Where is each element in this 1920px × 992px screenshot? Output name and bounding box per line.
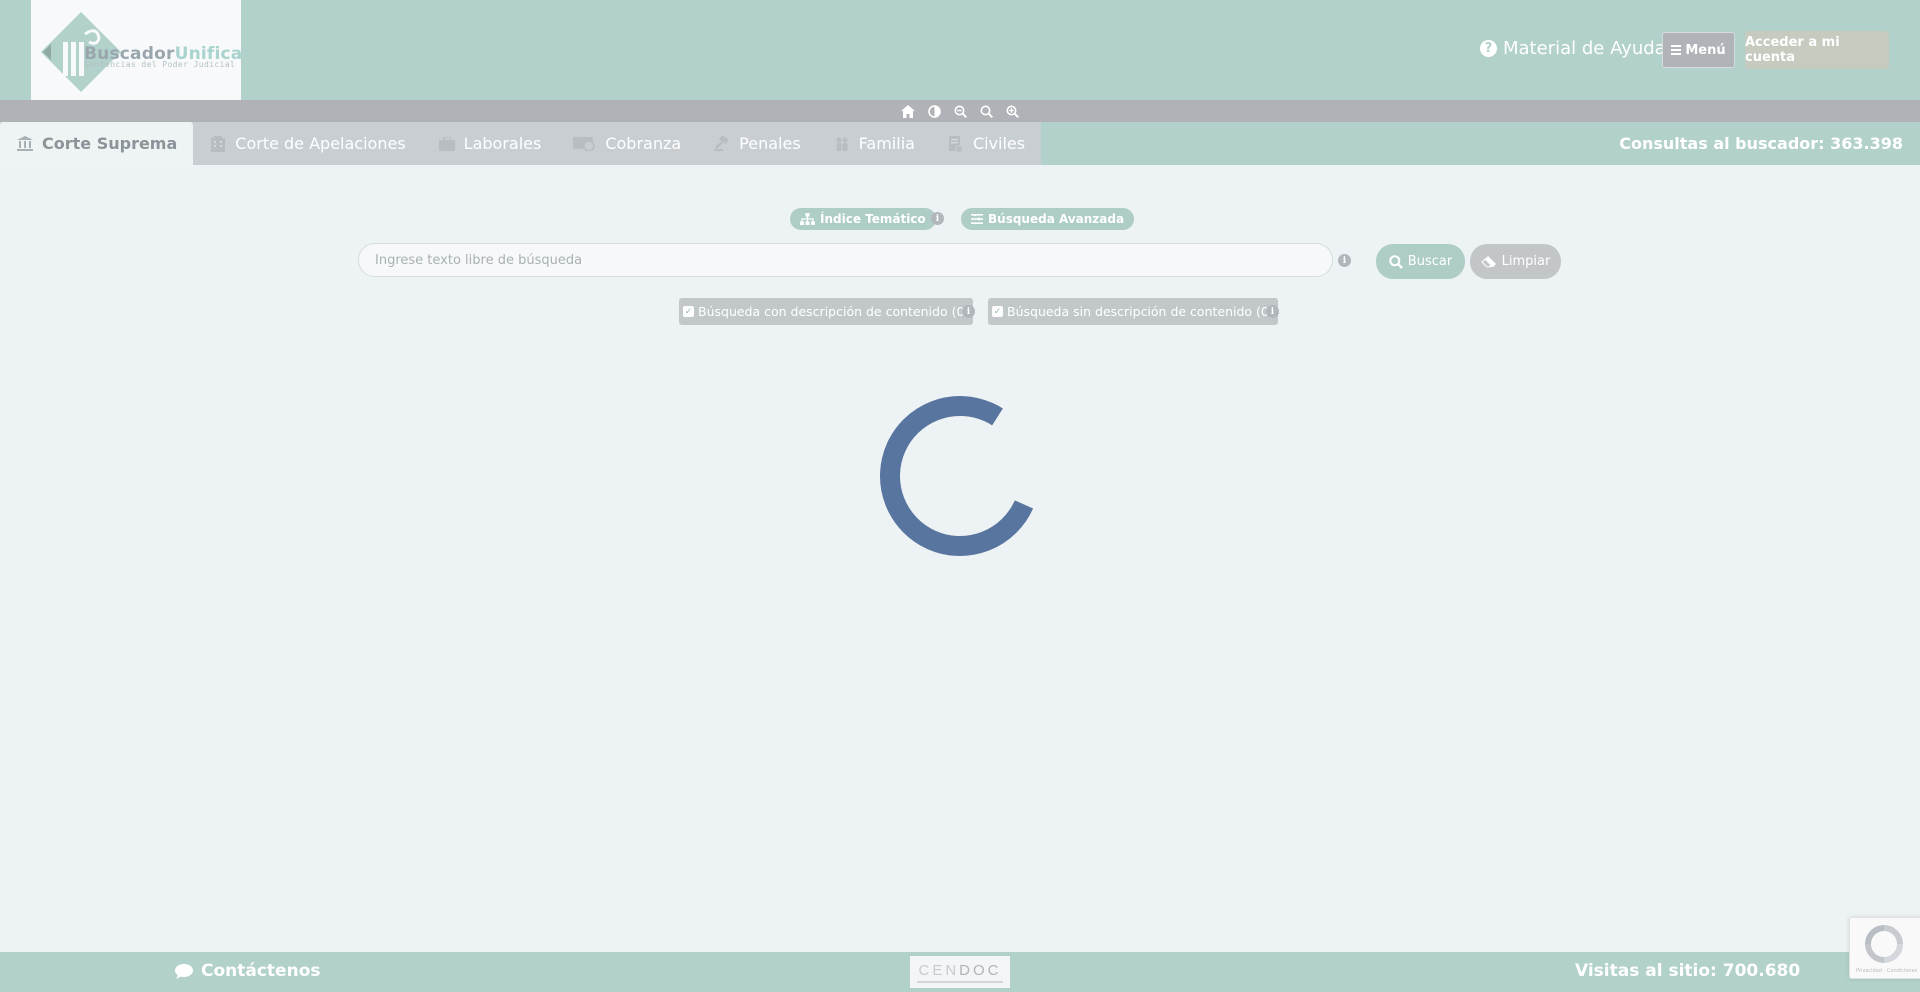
search-button-label: Buscar bbox=[1407, 254, 1453, 269]
menu-button-label: Menú bbox=[1685, 42, 1726, 58]
search-info-icon[interactable]: i bbox=[1338, 254, 1351, 267]
cendoc-logo-text: CENDOC bbox=[918, 961, 1002, 979]
tab-label: Penales bbox=[739, 134, 801, 153]
institution-icon bbox=[16, 136, 34, 152]
tab-corte-apelaciones[interactable]: Corte de Apelaciones bbox=[193, 122, 421, 165]
clear-button[interactable]: Limpiar bbox=[1470, 244, 1561, 279]
tab-label: Laborales bbox=[463, 134, 542, 153]
tab-label: Civiles bbox=[972, 134, 1026, 153]
eraser-icon bbox=[1480, 255, 1496, 267]
cendoc-logo[interactable]: CENDOC bbox=[910, 956, 1010, 988]
recaptcha-badge[interactable]: Privacidad - Condiciones bbox=[1849, 917, 1920, 979]
briefcase-icon bbox=[438, 136, 456, 152]
checkbox-checked-icon[interactable]: ✓ bbox=[683, 306, 694, 317]
sitemap-icon bbox=[800, 213, 815, 225]
zoom-out-icon[interactable] bbox=[952, 103, 968, 119]
recaptcha-icon bbox=[1865, 925, 1903, 963]
loading-spinner-icon bbox=[880, 396, 1040, 556]
building-icon bbox=[209, 135, 227, 152]
footer: Contáctenos CENDOC Visitas al sitio: 700… bbox=[0, 952, 1920, 992]
clear-button-label: Limpiar bbox=[1501, 254, 1551, 269]
family-icon bbox=[833, 136, 851, 152]
filter-without-description[interactable]: ✓ Búsqueda sin descripción de contenido … bbox=[988, 298, 1278, 325]
search-button[interactable]: Buscar bbox=[1376, 244, 1465, 279]
gavel-icon bbox=[713, 135, 731, 152]
advanced-search-label: Búsqueda Avanzada bbox=[988, 212, 1125, 226]
tab-corte-suprema[interactable]: Corte Suprema bbox=[0, 122, 194, 165]
chat-bubble-icon bbox=[175, 963, 193, 979]
logo-subtitle: Sentencias del Poder Judicial bbox=[84, 60, 236, 69]
query-counter: Consultas al buscador: 363.398 bbox=[1619, 134, 1903, 153]
header: BuscadorUnificado Sentencias del Poder J… bbox=[0, 0, 1920, 100]
contact-label: Contáctenos bbox=[201, 961, 321, 981]
contact-link[interactable]: Contáctenos bbox=[175, 961, 321, 981]
court-tabs-bar: Corte Suprema Corte de Apelaciones Labor… bbox=[0, 122, 1920, 165]
site-logo[interactable]: BuscadorUnificado Sentencias del Poder J… bbox=[31, 0, 241, 100]
filter-with-description-label: Búsqueda con descripción de contenido (0… bbox=[698, 304, 970, 319]
thematic-index-info-icon[interactable]: i bbox=[931, 212, 944, 225]
tab-label: Cobranza bbox=[605, 134, 682, 153]
tab-label: Familia bbox=[858, 134, 915, 153]
advanced-search-button[interactable]: Búsqueda Avanzada bbox=[961, 208, 1135, 230]
contrast-icon[interactable] bbox=[926, 103, 942, 119]
help-material-label: Material de Ayuda bbox=[1503, 37, 1666, 59]
recaptcha-policy-text: Privacidad - Condiciones bbox=[1856, 968, 1918, 974]
zoom-in-icon[interactable] bbox=[1004, 103, 1020, 119]
cendoc-logo-underline bbox=[917, 980, 1003, 983]
search-icon bbox=[1389, 254, 1403, 269]
document-icon bbox=[947, 135, 965, 152]
money-icon bbox=[573, 136, 597, 152]
accessibility-toolbar bbox=[0, 100, 1920, 122]
court-tabs: Corte Suprema Corte de Apelaciones Labor… bbox=[0, 122, 1042, 165]
filter-with-description[interactable]: ✓ Búsqueda con descripción de contenido … bbox=[679, 298, 974, 325]
tab-penales[interactable]: Penales bbox=[697, 122, 817, 165]
help-material-link[interactable]: ? Material de Ayuda bbox=[1480, 36, 1666, 60]
tab-familia[interactable]: Familia bbox=[817, 122, 931, 165]
question-circle-icon: ? bbox=[1480, 39, 1497, 57]
filter-with-description-info-icon[interactable]: i bbox=[962, 305, 975, 318]
site-visits-counter: Visitas al sitio: 700.680 bbox=[1575, 961, 1801, 981]
tab-laborales[interactable]: Laborales bbox=[422, 122, 558, 165]
filter-without-description-label: Búsqueda sin descripción de contenido (0… bbox=[1007, 304, 1274, 319]
thematic-index-button[interactable]: Índice Temático bbox=[790, 208, 936, 230]
menu-button[interactable]: Menú bbox=[1662, 32, 1735, 68]
hamburger-icon bbox=[1671, 45, 1682, 55]
filter-without-description-info-icon[interactable]: i bbox=[1266, 305, 1279, 318]
tab-label: Corte de Apelaciones bbox=[235, 134, 406, 153]
sliders-icon bbox=[971, 214, 983, 224]
tab-cobranza[interactable]: Cobranza bbox=[557, 122, 697, 165]
home-icon[interactable] bbox=[900, 103, 916, 119]
account-login-button[interactable]: Acceder a mi cuenta bbox=[1745, 31, 1889, 69]
zoom-reset-icon[interactable] bbox=[978, 103, 994, 119]
thematic-index-label: Índice Temático bbox=[820, 212, 926, 226]
tab-civiles[interactable]: Civiles bbox=[931, 122, 1041, 165]
checkbox-checked-icon[interactable]: ✓ bbox=[992, 306, 1003, 317]
search-input[interactable] bbox=[358, 243, 1333, 277]
tab-label: Corte Suprema bbox=[42, 134, 178, 153]
